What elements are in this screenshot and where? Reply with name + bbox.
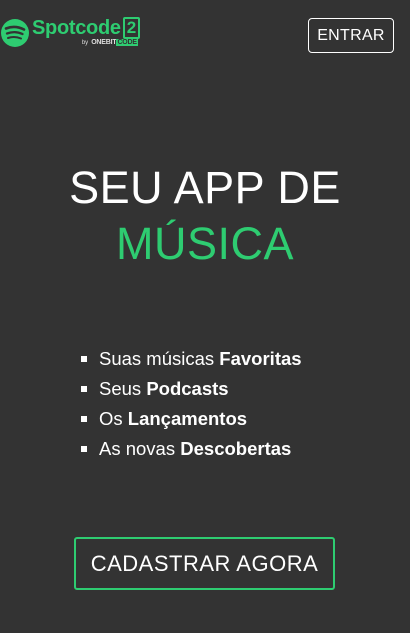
landing-page: Spotcode 2 by ONEBITCODE ENTRAR SEU APP … (0, 0, 410, 633)
feature-item-descobertas: As novas Descobertas (81, 434, 302, 464)
enter-button[interactable]: ENTRAR (308, 18, 394, 53)
spotcode-logo[interactable]: Spotcode 2 by ONEBITCODE (0, 16, 140, 48)
logo-by-text: by (81, 40, 89, 46)
logo-word: Spotcode (32, 17, 121, 39)
logo-brand: ONEBITCODE (91, 39, 138, 47)
feature-list: Suas músicas Favoritas Seus Podcasts Os … (81, 344, 302, 464)
feature-highlight: Podcasts (146, 378, 229, 399)
logo-wordmark: Spotcode 2 (32, 16, 140, 40)
feature-prefix: Seus (99, 378, 142, 399)
hero-line-2: MÚSICA (115, 218, 294, 269)
feature-prefix: As novas (99, 438, 176, 459)
logo-version-number: 2 (122, 17, 140, 39)
logo-brand-main: ONEBIT (91, 39, 117, 46)
feature-prefix: Suas músicas (99, 348, 215, 369)
logo-byline: by ONEBITCODE (82, 39, 138, 47)
feature-highlight: Descobertas (180, 438, 292, 459)
logo-brand-code: CODE (116, 39, 138, 46)
feature-item-podcasts: Seus Podcasts (81, 374, 302, 404)
hero-line-1: SEU APP DE (69, 162, 341, 213)
signup-button[interactable]: CADASTRAR AGORA (74, 537, 335, 590)
sound-waves-logo-icon (1, 19, 29, 47)
feature-item-favoritas: Suas músicas Favoritas (81, 344, 302, 374)
feature-prefix: Os (99, 408, 123, 429)
feature-highlight: Favoritas (219, 348, 302, 369)
feature-item-lancamentos: Os Lançamentos (81, 404, 302, 434)
hero-title: SEU APP DE MÚSICA (0, 160, 410, 272)
logo-text: Spotcode 2 by ONEBITCODE (32, 16, 140, 46)
feature-highlight: Lançamentos (127, 408, 248, 429)
